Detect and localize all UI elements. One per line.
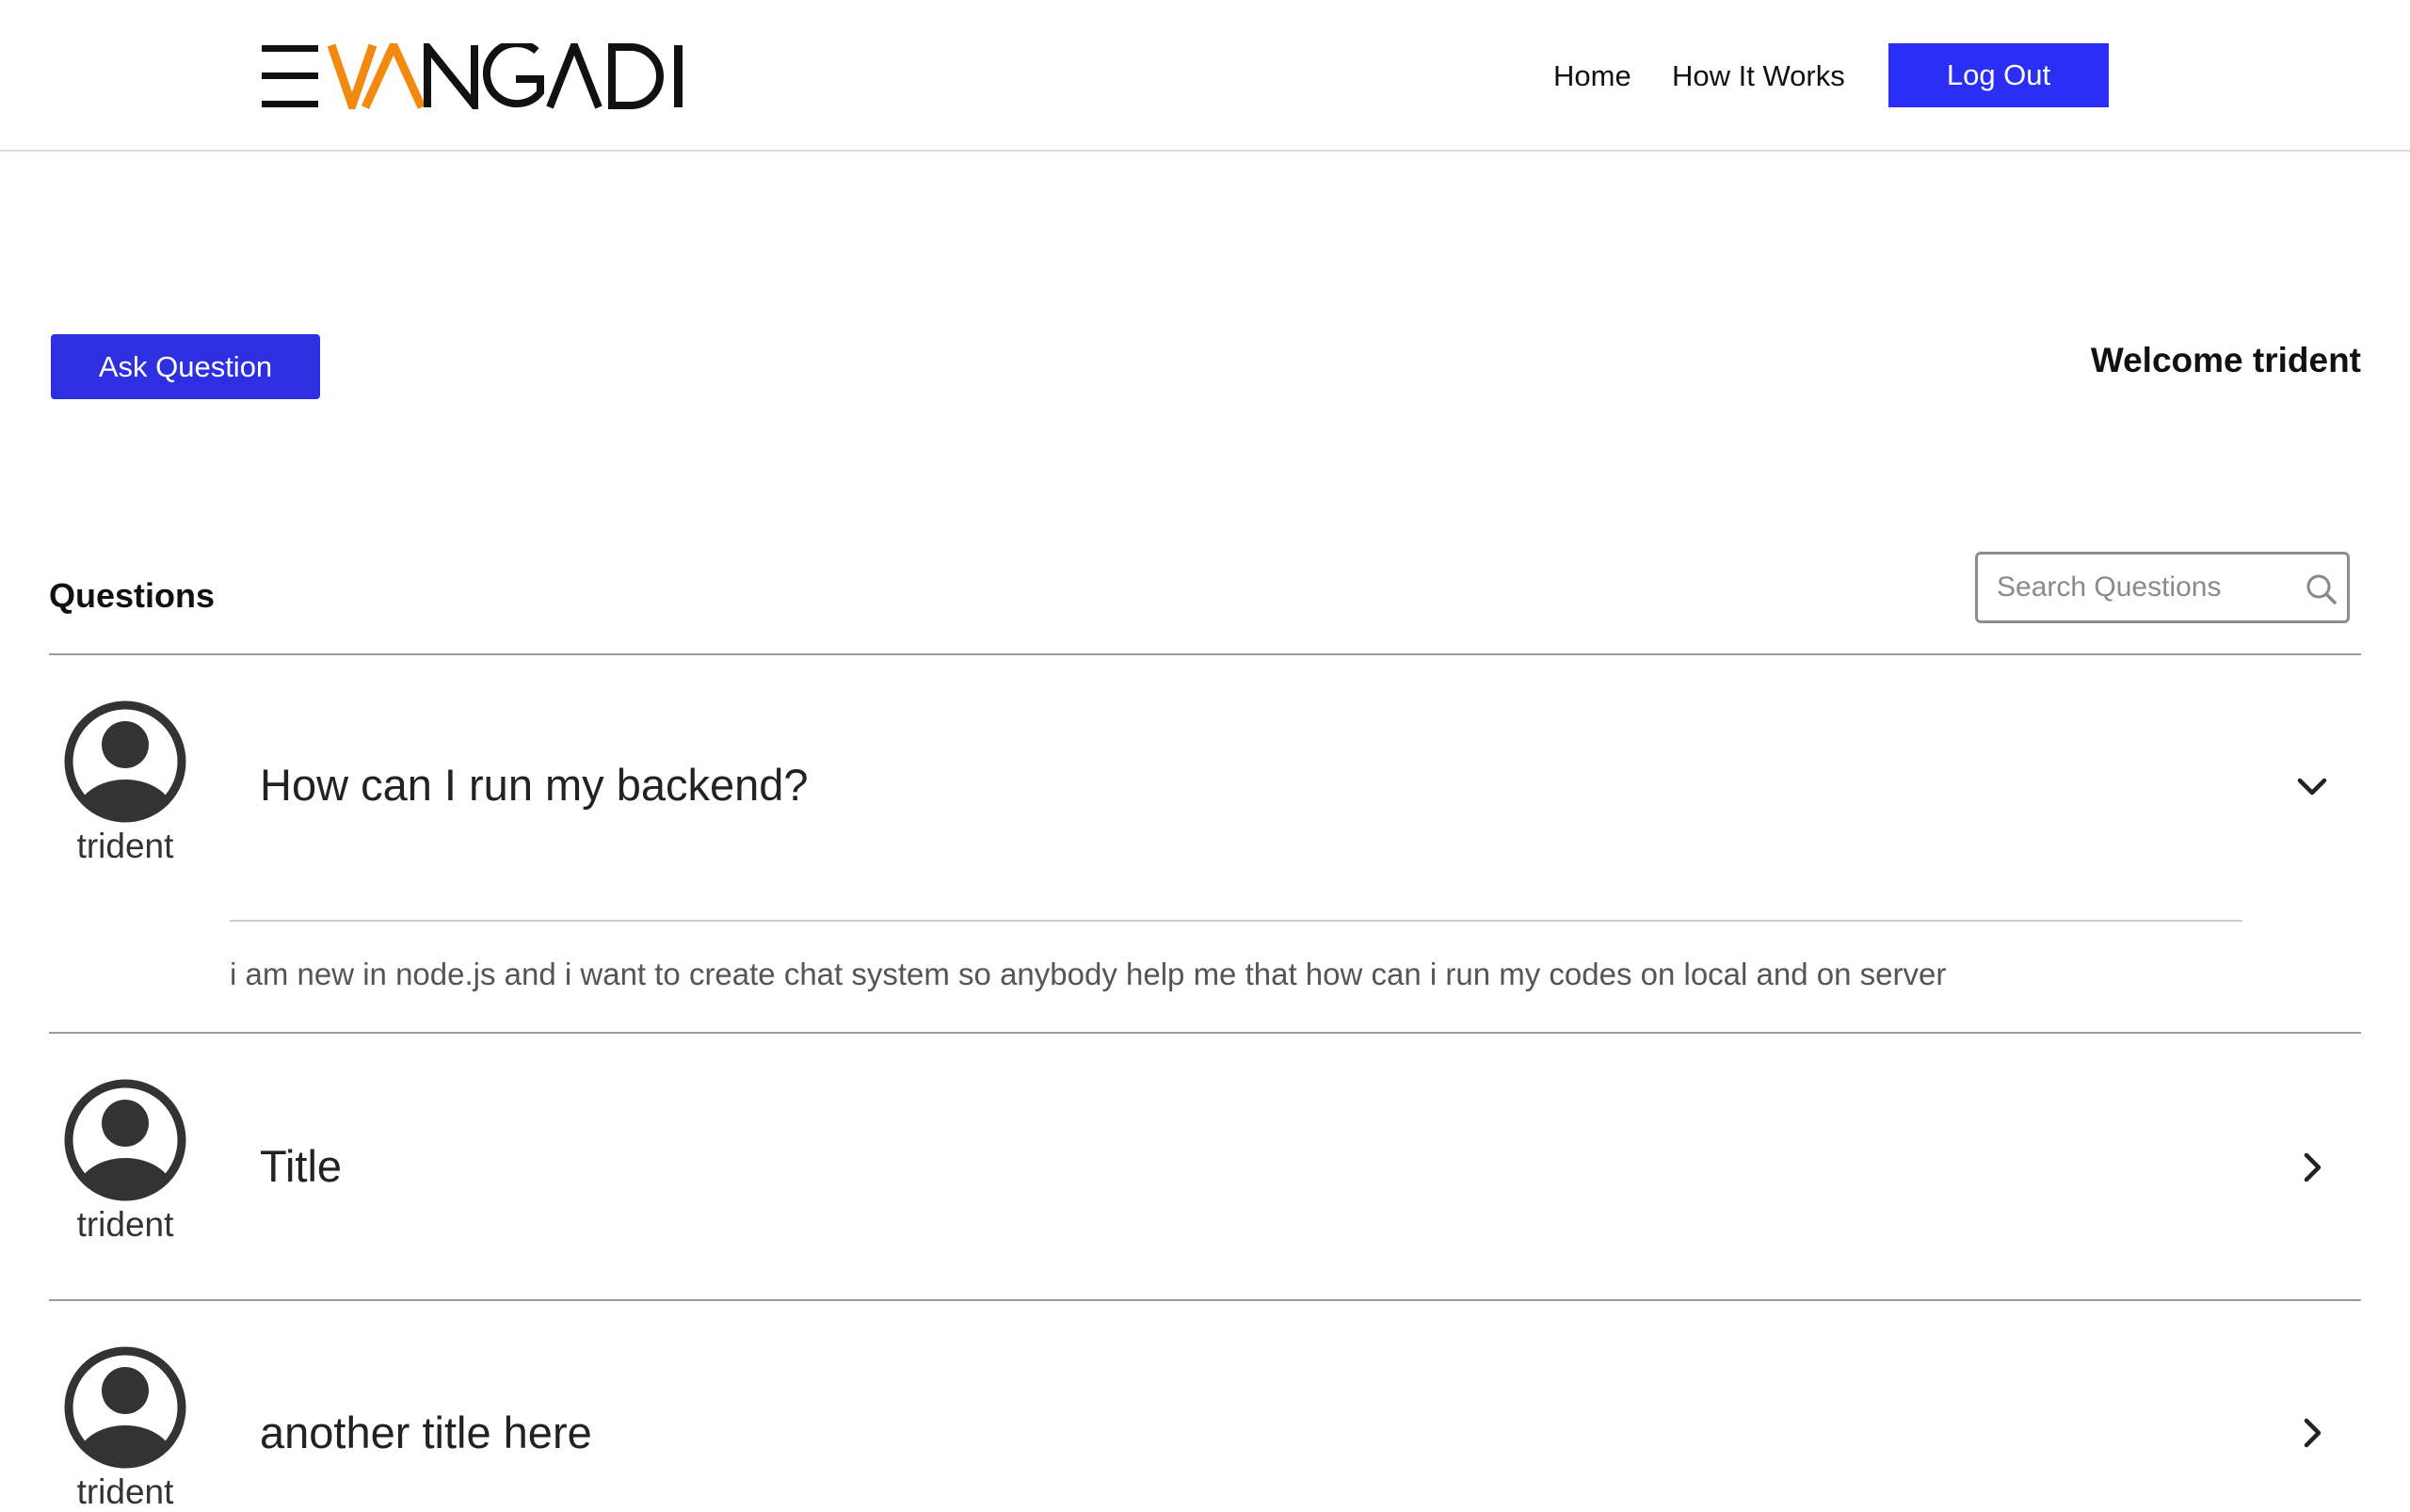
nav-how-it-works-link[interactable]: How It Works	[1672, 58, 1845, 94]
question-username: trident	[76, 1205, 174, 1244]
question-item[interactable]: trident Title	[49, 1034, 2361, 1299]
question-title[interactable]: How can I run my backend?	[260, 759, 809, 811]
question-title[interactable]: Title	[260, 1140, 342, 1192]
user-avatar-icon	[64, 700, 186, 823]
search-icon[interactable]	[2306, 573, 2338, 605]
question-title[interactable]: another title here	[260, 1407, 592, 1458]
evangadi-logo[interactable]	[262, 43, 689, 109]
question-username: trident	[76, 827, 174, 865]
user-avatar-icon	[64, 1079, 186, 1201]
ask-question-button[interactable]: Ask Question	[51, 334, 320, 399]
top-navbar: Home How It Works Log Out	[0, 0, 2410, 152]
welcome-message: Welcome trident	[2090, 341, 2361, 379]
chevron-right-icon[interactable]	[2293, 1414, 2331, 1452]
question-item[interactable]: trident another title here	[49, 1301, 2361, 1511]
chevron-right-icon[interactable]	[2293, 1149, 2331, 1186]
search-box	[1975, 552, 2350, 623]
question-item[interactable]: trident How can I run my backend? i am n…	[49, 655, 2361, 1032]
nav-home-link[interactable]: Home	[1553, 58, 1631, 94]
user-avatar-icon	[64, 1346, 186, 1469]
logout-button[interactable]: Log Out	[1888, 43, 2109, 107]
question-description: i am new in node.js and i want to create…	[230, 957, 1947, 991]
question-description-divider	[230, 920, 2242, 922]
questions-heading: Questions	[49, 576, 216, 615]
search-input[interactable]	[1997, 562, 2279, 613]
chevron-down-icon[interactable]	[2293, 768, 2331, 806]
